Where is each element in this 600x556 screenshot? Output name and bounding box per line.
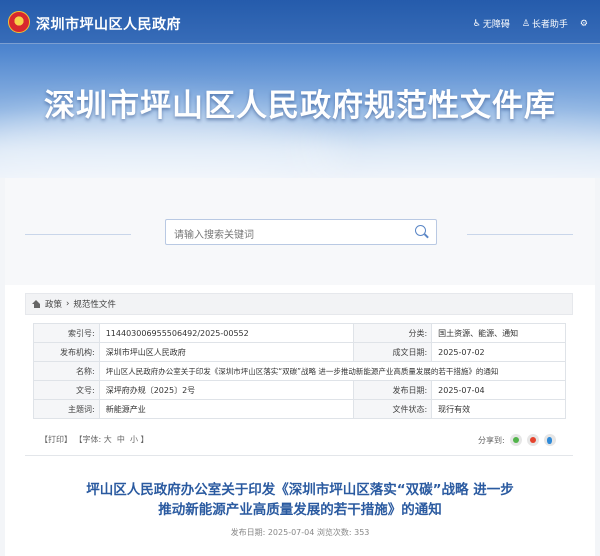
table-row: 发布机构: 深圳市坪山区人民政府 成文日期: 2025-07-02 — [33, 342, 566, 362]
wechat-share-icon[interactable] — [509, 434, 522, 446]
text-toolbar: 【打印】 【字体: 大 中 小 】 — [40, 434, 149, 445]
accessibility-label: 无障碍 — [482, 20, 510, 30]
gov-name-link[interactable]: 深圳市坪山区人民政府 — [36, 14, 181, 34]
document-meta-table: 索引号: 114403006955506492/2025-00552 分类: 国… — [33, 323, 567, 419]
article-title-line: 坪山区人民政府办公室关于印发《深圳市坪山区落实“双碳”战略 进一步 — [86, 482, 514, 498]
font-medium-button[interactable]: 中 — [117, 435, 125, 444]
font-large-button[interactable]: 大 — [104, 435, 112, 444]
national-emblem-icon: ★ — [8, 11, 30, 33]
article-title: 坪山区人民政府办公室关于印发《深圳市坪山区落实“双碳”战略 进一步 推动新能源产… — [15, 480, 585, 520]
search-icon[interactable] — [415, 225, 426, 236]
settings-button[interactable]: ⚙ — [580, 19, 588, 29]
main-content: 请输入搜索关键词 政策 › 规范性文件 索引号: 114403006955506… — [5, 178, 595, 556]
header-banner: ★ 深圳市坪山区人民政府 ♿ 无障碍 ♙ 长者助手 ⚙ 深圳市坪山区人民政府规范性文… — [0, 0, 600, 178]
keyword-value: 新能源产业 — [98, 399, 355, 419]
name-value: 坪山区人民政府办公室关于印发《深圳市坪山区落实“双碳”战略 进一步推动新能源产业… — [98, 361, 567, 381]
date-made-label: 成文日期: — [353, 342, 433, 362]
print-button[interactable]: 【打印】 — [40, 435, 72, 444]
status-label: 文件状态: — [353, 399, 433, 419]
font-size-suffix: 】 — [140, 435, 149, 444]
elder-helper-link[interactable]: ♙ 长者助手 — [521, 17, 568, 31]
status-value: 现行有效 — [431, 399, 566, 419]
doc-no-label: 文号: — [33, 380, 100, 400]
doc-no-value: 深坪府办规〔2025〕2号 — [98, 380, 355, 400]
name-label: 名称: — [33, 361, 100, 381]
article-meta: 发布日期: 2025-07-04 浏览次数: 353 — [5, 527, 595, 538]
home-icon[interactable] — [32, 300, 41, 308]
font-size-prefix: 【字体: — [74, 435, 102, 444]
pub-date-label: 发布日期: — [353, 380, 433, 400]
search-box[interactable]: 请输入搜索关键词 — [165, 219, 437, 245]
date-made-value: 2025-07-02 — [431, 342, 566, 362]
elder-helper-label: 长者助手 — [531, 20, 568, 30]
search-input[interactable]: 请输入搜索关键词 — [174, 226, 254, 241]
banner-glow — [300, 120, 600, 178]
elder-helper-icon: ♙ — [521, 18, 530, 29]
breadcrumb-item-normative-docs[interactable]: 规范性文件 — [73, 298, 116, 310]
accessibility-icon: ♿ — [472, 18, 481, 29]
divider-line — [467, 234, 573, 235]
article-title-line: 推动新能源产业高质量发展的若干措施》的通知 — [158, 502, 442, 518]
table-row: 索引号: 114403006955506492/2025-00552 分类: 国… — [33, 323, 566, 343]
share-bar: 分享到: — [478, 434, 556, 446]
divider — [25, 455, 573, 456]
index-no-label: 索引号: — [33, 323, 100, 343]
article-views: 353 — [354, 528, 370, 537]
table-row: 主题词: 新能源产业 文件状态: 现行有效 — [33, 399, 566, 419]
share-label: 分享到: — [478, 435, 505, 445]
article-pub-date: 2025-07-04 — [267, 528, 315, 537]
divider-line — [25, 234, 131, 235]
table-row: 名称: 坪山区人民政府办公室关于印发《深圳市坪山区落实“双碳”战略 进一步推动新… — [33, 361, 567, 381]
article-pub-label: 发布日期: — [230, 528, 266, 537]
accessibility-link[interactable]: ♿ 无障碍 — [472, 17, 510, 31]
breadcrumb-item-policy[interactable]: 政策 — [45, 298, 62, 310]
top-bar: ★ 深圳市坪山区人民政府 ♿ 无障碍 ♙ 长者助手 ⚙ — [0, 0, 600, 44]
issuer-label: 发布机构: — [33, 342, 100, 362]
banner-title: 深圳市坪山区人民政府规范性文件库 — [44, 88, 556, 124]
issuer-value: 深圳市坪山区人民政府 — [98, 342, 355, 362]
gear-icon: ⚙ — [579, 18, 588, 29]
top-tools: ♿ 无障碍 ♙ 长者助手 ⚙ — [472, 17, 588, 31]
breadcrumb-separator: › — [66, 299, 70, 309]
qq-share-icon[interactable] — [543, 434, 556, 446]
table-row: 文号: 深坪府办规〔2025〕2号 发布日期: 2025-07-04 — [33, 380, 566, 400]
category-value: 国土资源、能源、通知 — [431, 323, 566, 343]
article-views-label: 浏览次数: — [316, 528, 352, 537]
pub-date-value: 2025-07-04 — [431, 380, 566, 400]
category-label: 分类: — [353, 323, 433, 343]
breadcrumb: 政策 › 规范性文件 — [25, 293, 573, 315]
keyword-label: 主题词: — [33, 399, 100, 419]
weibo-share-icon[interactable] — [526, 434, 539, 446]
search-area: 请输入搜索关键词 — [5, 178, 595, 285]
font-small-button[interactable]: 小 — [130, 435, 138, 444]
index-no-value: 114403006955506492/2025-00552 — [98, 323, 355, 343]
